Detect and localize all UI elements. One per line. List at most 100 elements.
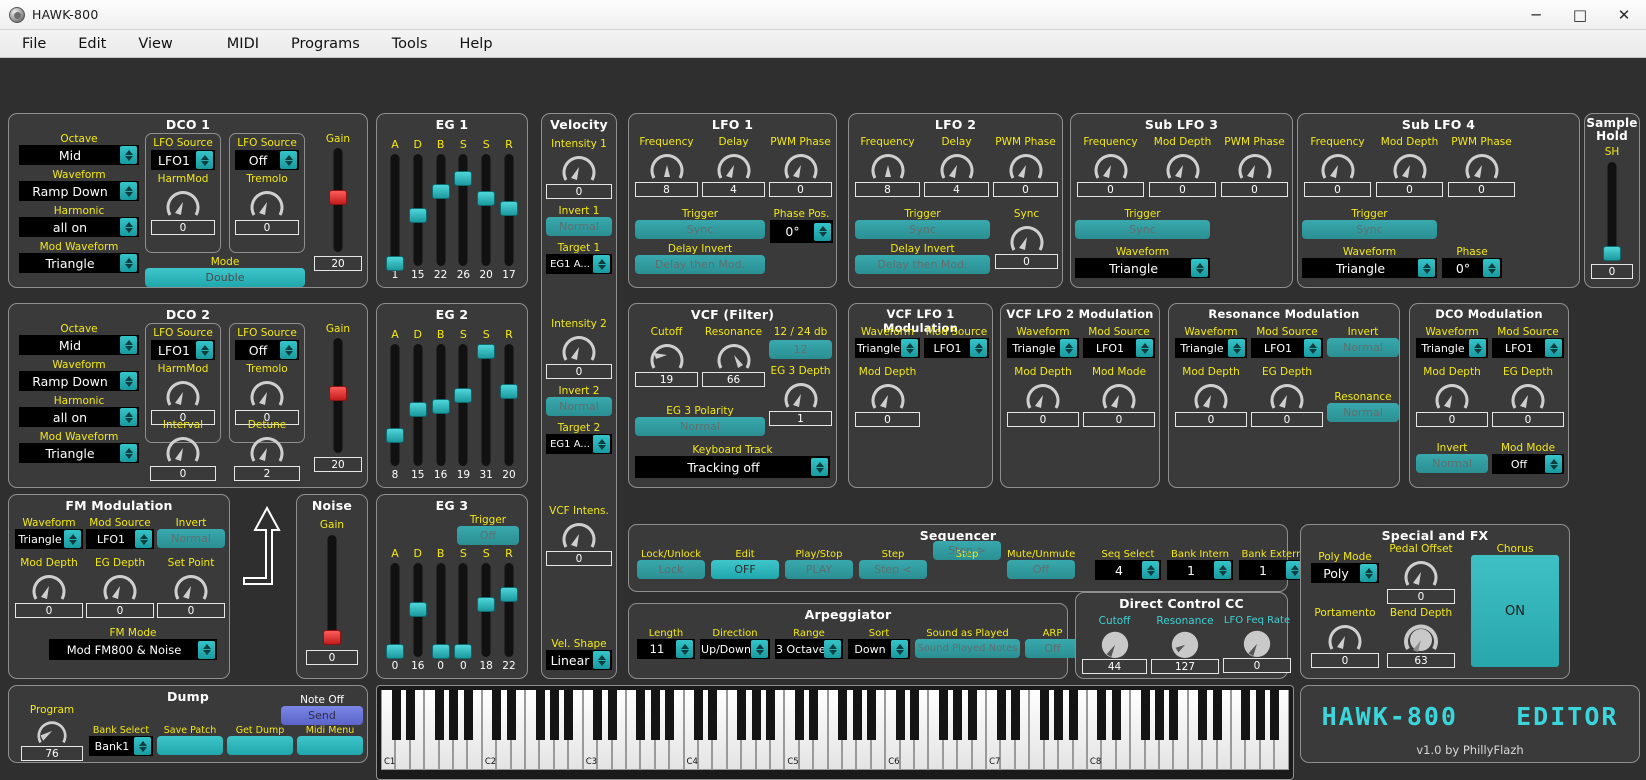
keyboard-black-key[interactable] xyxy=(1270,690,1280,740)
fm-invert-button[interactable]: Normal xyxy=(157,529,225,548)
chevron-updown-icon[interactable] xyxy=(814,222,831,241)
dco1-gain-slider[interactable] xyxy=(314,148,362,252)
chevron-updown-icon[interactable] xyxy=(1360,564,1377,582)
chevron-updown-icon[interactable] xyxy=(120,218,137,236)
keyboard-black-key[interactable] xyxy=(852,690,862,740)
dump-midi-menu-button[interactable] xyxy=(297,736,363,755)
arp-sound-as-played-button[interactable]: Sound Played Notes xyxy=(915,639,1020,658)
res-mod-source-dropdown[interactable]: LFO1 xyxy=(1251,338,1323,358)
velocity-invert2-button[interactable]: Normal xyxy=(546,397,612,416)
keyboard-white-key[interactable]: C1 xyxy=(381,690,401,770)
eg-stage-column[interactable]: A8 xyxy=(386,328,404,481)
velocity-target2-dropdown[interactable]: EG1 A... xyxy=(546,434,612,454)
eg-stage-slider[interactable] xyxy=(386,154,404,271)
seq-bank-intern-spinner[interactable]: 1 xyxy=(1167,560,1233,580)
dco-mod-eg-depth-knob[interactable] xyxy=(1506,378,1550,412)
vcf-cutoff-knob[interactable] xyxy=(645,338,689,372)
arp-range-dropdown[interactable]: 3 Octave xyxy=(775,639,843,659)
sublfo4-mod-depth-knob[interactable] xyxy=(1388,148,1432,182)
keyboard-black-key[interactable] xyxy=(910,690,920,740)
eg-stage-column[interactable]: R 20 xyxy=(499,328,518,481)
menu-help[interactable]: Help xyxy=(443,33,508,55)
menu-tools[interactable]: Tools xyxy=(376,33,444,55)
keyboard-black-key[interactable] xyxy=(708,690,718,740)
keyboard-white-key[interactable]: C7 xyxy=(986,690,1006,770)
sublfo3-mod-depth-knob[interactable] xyxy=(1161,148,1205,182)
chevron-updown-icon[interactable] xyxy=(1191,259,1208,277)
vcf-lfo1-waveform-dropdown[interactable]: Triangle xyxy=(855,338,920,358)
keyboard-black-key[interactable] xyxy=(766,690,776,740)
lfo1-delay-knob[interactable] xyxy=(712,148,756,182)
menu-edit[interactable]: Edit xyxy=(62,33,122,55)
fx-bend-depth-knob[interactable] xyxy=(1399,619,1443,653)
res-mod-eg-depth-knob[interactable] xyxy=(1265,378,1309,412)
dco2-harmmod-knob[interactable] xyxy=(161,375,205,409)
chevron-updown-icon[interactable] xyxy=(120,372,137,390)
eg3-trigger-button[interactable]: Off xyxy=(457,526,519,545)
chevron-updown-icon[interactable] xyxy=(970,339,987,357)
slider-thumb[interactable] xyxy=(386,644,404,659)
keyboard-white-key[interactable]: C6 xyxy=(885,690,905,770)
dco1-octave-dropdown[interactable]: Mid xyxy=(19,145,139,165)
dco2-detune-knob[interactable] xyxy=(245,431,289,465)
keyboard-black-key[interactable] xyxy=(838,690,848,740)
slider-thumb[interactable] xyxy=(1603,246,1621,261)
vcf-lfo1-mod-source-dropdown[interactable]: LFO1 xyxy=(924,338,989,358)
seq-mute-button[interactable]: Off xyxy=(1007,560,1075,579)
slider-thumb[interactable] xyxy=(477,344,496,359)
lfo1-phase-pos-dropdown[interactable]: 0° xyxy=(770,220,833,243)
eg-stage-column[interactable]: R 22 xyxy=(499,547,518,672)
dco2-lfo-source-a-dropdown[interactable]: LFO1 xyxy=(151,340,215,360)
chevron-updown-icon[interactable] xyxy=(593,255,610,273)
keyboard-black-key[interactable] xyxy=(866,690,876,740)
eg-stage-slider[interactable] xyxy=(431,154,450,266)
eg-stage-slider[interactable] xyxy=(454,154,473,266)
keyboard-white-key[interactable] xyxy=(525,690,545,770)
eg-stage-slider[interactable] xyxy=(431,563,450,659)
keyboard-black-key[interactable] xyxy=(1111,690,1121,740)
velocity-target1-dropdown[interactable]: EG1 A... xyxy=(546,254,612,274)
keyboard-black-key[interactable] xyxy=(636,690,646,740)
lfo2-sync-knob[interactable] xyxy=(1005,220,1049,254)
arp-sort-dropdown[interactable]: Down xyxy=(848,639,910,659)
lfo1-trigger-button[interactable]: Sync xyxy=(635,220,765,239)
keyboard-black-key[interactable] xyxy=(535,690,545,740)
chevron-updown-icon[interactable] xyxy=(1469,339,1486,357)
eg-stage-column[interactable]: S 31 xyxy=(477,328,496,481)
dco2-waveform-dropdown[interactable]: Ramp Down xyxy=(19,371,139,391)
keyboard-black-key[interactable] xyxy=(607,690,617,740)
eg-stage-column[interactable]: S 26 xyxy=(454,138,473,281)
dco-mod-waveform-dropdown[interactable]: Triangle xyxy=(1416,338,1488,358)
dco2-tremolo-knob[interactable] xyxy=(245,375,289,409)
lfo2-delay-knob[interactable] xyxy=(935,148,979,182)
chevron-updown-icon[interactable] xyxy=(1136,339,1153,357)
chevron-updown-icon[interactable] xyxy=(901,339,918,357)
keyboard-black-key[interactable] xyxy=(434,690,444,740)
slider-thumb[interactable] xyxy=(329,386,347,401)
velocity-intensity1-knob[interactable] xyxy=(557,150,601,184)
keyboard-black-key[interactable] xyxy=(463,690,473,740)
dco1-lfo-source-a-dropdown[interactable]: LFO1 xyxy=(151,150,215,170)
sublfo4-phase-dropdown[interactable]: 0° xyxy=(1442,258,1502,278)
chevron-updown-icon[interactable] xyxy=(1483,259,1500,277)
arp-length-spinner[interactable]: 11 xyxy=(637,639,695,659)
eg-stage-column[interactable]: S 19 xyxy=(454,328,473,481)
keyboard-black-key[interactable] xyxy=(1140,690,1150,740)
arp-enable-button[interactable]: Off xyxy=(1025,639,1080,658)
keyboard-black-key[interactable] xyxy=(1198,690,1208,740)
fm-mod-source-dropdown[interactable]: LFO1 xyxy=(86,529,154,549)
keyboard-black-key[interactable] xyxy=(1010,690,1020,740)
chevron-updown-icon[interactable] xyxy=(1142,561,1159,579)
vcf-resonance-knob[interactable] xyxy=(712,338,756,372)
sublfo3-frequency-knob[interactable] xyxy=(1089,148,1133,182)
slider-thumb[interactable] xyxy=(386,428,404,443)
fm-eg-depth-knob[interactable] xyxy=(98,569,142,603)
fx-pedal-offset-knob[interactable] xyxy=(1399,555,1443,589)
slider-thumb[interactable] xyxy=(454,388,473,403)
chevron-updown-icon[interactable] xyxy=(1545,339,1562,357)
chevron-updown-icon[interactable] xyxy=(120,182,137,200)
keyboard-black-key[interactable] xyxy=(1241,690,1251,740)
keyboard-black-key[interactable] xyxy=(1212,690,1222,740)
eg-stage-slider[interactable] xyxy=(408,344,427,466)
eg-stage-slider[interactable] xyxy=(408,154,427,266)
